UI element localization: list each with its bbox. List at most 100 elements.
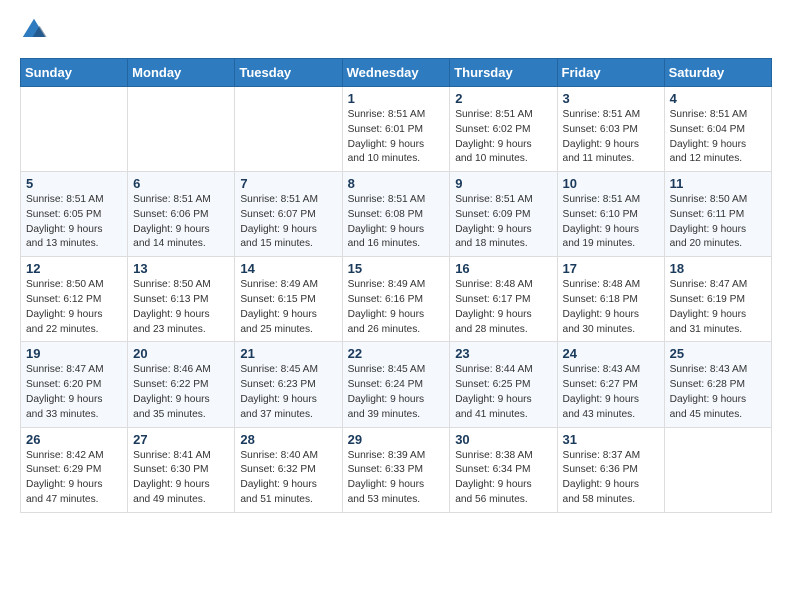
day-info: Sunrise: 8:45 AM Sunset: 6:23 PM Dayligh… — [240, 363, 336, 422]
day-number: 18 — [670, 261, 766, 276]
day-number: 9 — [455, 176, 551, 191]
week-row-5: 26 Sunrise: 8:42 AM Sunset: 6:29 PM Dayli… — [21, 427, 772, 512]
day-cell: 28 Sunrise: 8:40 AM Sunset: 6:32 PM Dayli… — [235, 427, 342, 512]
day-info: Sunrise: 8:51 AM Sunset: 6:09 PM Dayligh… — [455, 193, 551, 252]
week-row-1: 1Sunrise: 8:51 AM Sunset: 6:01 PM Daylig… — [21, 87, 772, 172]
day-info: Sunrise: 8:47 AM Sunset: 6:20 PM Dayligh… — [26, 363, 122, 422]
day-number: 27 — [133, 432, 229, 447]
weekday-header-tuesday: Tuesday — [235, 59, 342, 87]
weekday-header-wednesday: Wednesday — [342, 59, 450, 87]
day-info: Sunrise: 8:41 AM Sunset: 6:30 PM Dayligh… — [133, 449, 229, 508]
day-cell: 22 Sunrise: 8:45 AM Sunset: 6:24 PM Dayli… — [342, 342, 450, 427]
weekday-row: SundayMondayTuesdayWednesdayThursdayFrid… — [21, 59, 772, 87]
day-info: Sunrise: 8:50 AM Sunset: 6:11 PM Dayligh… — [670, 193, 766, 252]
day-number: 5 — [26, 176, 122, 191]
day-cell: 17 Sunrise: 8:48 AM Sunset: 6:18 PM Dayli… — [557, 257, 664, 342]
day-info: Sunrise: 8:51 AM Sunset: 6:10 PM Dayligh… — [563, 193, 659, 252]
day-cell: 5 Sunrise: 8:51 AM Sunset: 6:05 PM Daylig… — [21, 172, 128, 257]
day-number: 14 — [240, 261, 336, 276]
day-cell: 7Sunrise: 8:51 AM Sunset: 6:07 PM Daylig… — [235, 172, 342, 257]
day-info: Sunrise: 8:40 AM Sunset: 6:32 PM Dayligh… — [240, 449, 336, 508]
day-cell: 9 Sunrise: 8:51 AM Sunset: 6:09 PM Daylig… — [450, 172, 557, 257]
day-cell: 10 Sunrise: 8:51 AM Sunset: 6:10 PM Dayli… — [557, 172, 664, 257]
day-info: Sunrise: 8:51 AM Sunset: 6:06 PM Dayligh… — [133, 193, 229, 252]
day-info: Sunrise: 8:43 AM Sunset: 6:27 PM Dayligh… — [563, 363, 659, 422]
day-number: 15 — [348, 261, 445, 276]
day-info: Sunrise: 8:42 AM Sunset: 6:29 PM Dayligh… — [26, 449, 122, 508]
day-cell: 1Sunrise: 8:51 AM Sunset: 6:01 PM Daylig… — [342, 87, 450, 172]
day-number: 6 — [133, 176, 229, 191]
page: SundayMondayTuesdayWednesdayThursdayFrid… — [0, 0, 792, 533]
day-cell: 24 Sunrise: 8:43 AM Sunset: 6:27 PM Dayli… — [557, 342, 664, 427]
calendar-table: SundayMondayTuesdayWednesdayThursdayFrid… — [20, 58, 772, 513]
day-cell: 3Sunrise: 8:51 AM Sunset: 6:03 PM Daylig… — [557, 87, 664, 172]
day-cell: 13 Sunrise: 8:50 AM Sunset: 6:13 PM Dayli… — [128, 257, 235, 342]
day-number: 23 — [455, 346, 551, 361]
day-info: Sunrise: 8:48 AM Sunset: 6:18 PM Dayligh… — [563, 278, 659, 337]
calendar-header: SundayMondayTuesdayWednesdayThursdayFrid… — [21, 59, 772, 87]
day-cell: 6 Sunrise: 8:51 AM Sunset: 6:06 PM Daylig… — [128, 172, 235, 257]
day-info: Sunrise: 8:50 AM Sunset: 6:12 PM Dayligh… — [26, 278, 122, 337]
day-info: Sunrise: 8:50 AM Sunset: 6:13 PM Dayligh… — [133, 278, 229, 337]
day-info: Sunrise: 8:49 AM Sunset: 6:16 PM Dayligh… — [348, 278, 445, 337]
week-row-2: 5 Sunrise: 8:51 AM Sunset: 6:05 PM Daylig… — [21, 172, 772, 257]
day-cell: 19Sunrise: 8:47 AM Sunset: 6:20 PM Dayli… — [21, 342, 128, 427]
day-cell — [128, 87, 235, 172]
weekday-header-saturday: Saturday — [664, 59, 771, 87]
day-number: 2 — [455, 91, 551, 106]
day-cell: 27 Sunrise: 8:41 AM Sunset: 6:30 PM Dayli… — [128, 427, 235, 512]
day-info: Sunrise: 8:51 AM Sunset: 6:08 PM Dayligh… — [348, 193, 445, 252]
day-number: 11 — [670, 176, 766, 191]
day-number: 30 — [455, 432, 551, 447]
day-info: Sunrise: 8:51 AM Sunset: 6:01 PM Dayligh… — [348, 108, 445, 167]
day-info: Sunrise: 8:38 AM Sunset: 6:34 PM Dayligh… — [455, 449, 551, 508]
day-info: Sunrise: 8:45 AM Sunset: 6:24 PM Dayligh… — [348, 363, 445, 422]
day-cell — [21, 87, 128, 172]
day-cell: 21Sunrise: 8:45 AM Sunset: 6:23 PM Dayli… — [235, 342, 342, 427]
day-cell: 29 Sunrise: 8:39 AM Sunset: 6:33 PM Dayli… — [342, 427, 450, 512]
day-cell: 23 Sunrise: 8:44 AM Sunset: 6:25 PM Dayli… — [450, 342, 557, 427]
day-info: Sunrise: 8:43 AM Sunset: 6:28 PM Dayligh… — [670, 363, 766, 422]
day-cell: 11 Sunrise: 8:50 AM Sunset: 6:11 PM Dayli… — [664, 172, 771, 257]
day-cell: 12 Sunrise: 8:50 AM Sunset: 6:12 PM Dayli… — [21, 257, 128, 342]
day-number: 20 — [133, 346, 229, 361]
day-number: 17 — [563, 261, 659, 276]
day-info: Sunrise: 8:48 AM Sunset: 6:17 PM Dayligh… — [455, 278, 551, 337]
day-cell — [664, 427, 771, 512]
day-cell: 31Sunrise: 8:37 AM Sunset: 6:36 PM Dayli… — [557, 427, 664, 512]
day-number: 24 — [563, 346, 659, 361]
day-cell: 26 Sunrise: 8:42 AM Sunset: 6:29 PM Dayli… — [21, 427, 128, 512]
day-info: Sunrise: 8:46 AM Sunset: 6:22 PM Dayligh… — [133, 363, 229, 422]
weekday-header-sunday: Sunday — [21, 59, 128, 87]
weekday-header-thursday: Thursday — [450, 59, 557, 87]
day-cell: 2 Sunrise: 8:51 AM Sunset: 6:02 PM Daylig… — [450, 87, 557, 172]
day-cell: 15 Sunrise: 8:49 AM Sunset: 6:16 PM Dayli… — [342, 257, 450, 342]
logo — [20, 16, 52, 44]
day-cell: 14 Sunrise: 8:49 AM Sunset: 6:15 PM Dayli… — [235, 257, 342, 342]
day-number: 25 — [670, 346, 766, 361]
day-info: Sunrise: 8:51 AM Sunset: 6:05 PM Dayligh… — [26, 193, 122, 252]
day-info: Sunrise: 8:44 AM Sunset: 6:25 PM Dayligh… — [455, 363, 551, 422]
day-cell: 25 Sunrise: 8:43 AM Sunset: 6:28 PM Dayli… — [664, 342, 771, 427]
day-cell: 8 Sunrise: 8:51 AM Sunset: 6:08 PM Daylig… — [342, 172, 450, 257]
day-number: 3 — [563, 91, 659, 106]
day-number: 26 — [26, 432, 122, 447]
day-info: Sunrise: 8:39 AM Sunset: 6:33 PM Dayligh… — [348, 449, 445, 508]
day-info: Sunrise: 8:37 AM Sunset: 6:36 PM Dayligh… — [563, 449, 659, 508]
week-row-4: 19Sunrise: 8:47 AM Sunset: 6:20 PM Dayli… — [21, 342, 772, 427]
day-info: Sunrise: 8:47 AM Sunset: 6:19 PM Dayligh… — [670, 278, 766, 337]
day-number: 10 — [563, 176, 659, 191]
weekday-header-monday: Monday — [128, 59, 235, 87]
day-info: Sunrise: 8:51 AM Sunset: 6:04 PM Dayligh… — [670, 108, 766, 167]
day-info: Sunrise: 8:51 AM Sunset: 6:02 PM Dayligh… — [455, 108, 551, 167]
day-info: Sunrise: 8:49 AM Sunset: 6:15 PM Dayligh… — [240, 278, 336, 337]
day-number: 8 — [348, 176, 445, 191]
day-number: 29 — [348, 432, 445, 447]
day-number: 22 — [348, 346, 445, 361]
day-number: 4 — [670, 91, 766, 106]
day-number: 16 — [455, 261, 551, 276]
day-number: 13 — [133, 261, 229, 276]
day-number: 28 — [240, 432, 336, 447]
day-number: 12 — [26, 261, 122, 276]
week-row-3: 12 Sunrise: 8:50 AM Sunset: 6:12 PM Dayli… — [21, 257, 772, 342]
